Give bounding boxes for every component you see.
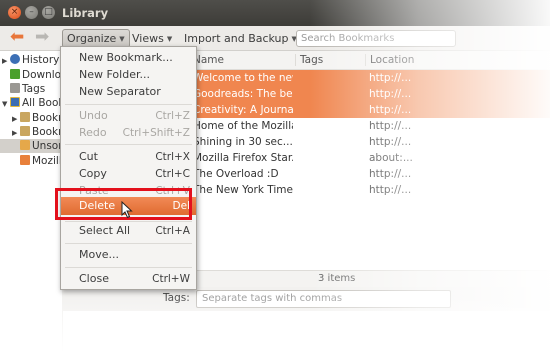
bookmark-location-cell: http://...	[369, 184, 412, 196]
mouse-pointer-icon	[121, 201, 133, 219]
expand-triangle-icon[interactable]: ▶	[2, 54, 10, 68]
window-title: Library	[62, 6, 109, 20]
menu-separator	[65, 267, 192, 268]
menu-item-redo[interactable]: Redo Ctrl+Shift+Z	[61, 124, 196, 142]
forward-arrow-icon[interactable]: ➡	[35, 29, 49, 46]
bookmark-location-cell: about:...	[369, 152, 413, 164]
search-input[interactable]: Search Bookmarks	[296, 30, 456, 47]
menu-item-copy[interactable]: Copy Ctrl+C	[61, 165, 196, 183]
bookmark-name-cell: The Overload :D	[193, 168, 279, 180]
bookmark-name-cell: Goodreads: The best...	[193, 88, 293, 100]
folder-icon	[20, 112, 30, 122]
tag-icon	[10, 83, 20, 93]
menu-separator	[65, 243, 192, 244]
menu-item-new-folder[interactable]: New Folder...	[61, 66, 196, 84]
expand-triangle-icon[interactable]: ▶	[12, 126, 20, 140]
close-window-button[interactable]: ×	[8, 6, 21, 19]
bookmark-location-cell: http://...	[369, 136, 412, 148]
sidebar-item-unsorted-bookmarks[interactable]: Unsorted Bookmarks	[0, 139, 142, 153]
item-count: 3 items	[318, 273, 356, 284]
bookmarks-star-icon	[10, 97, 20, 107]
menu-item-cut[interactable]: Cut Ctrl+X	[61, 148, 196, 166]
bookmark-name-cell: Mozilla Firefox Star...	[193, 152, 293, 164]
title-bar: × – □ Library	[0, 0, 550, 26]
expand-triangle-icon[interactable]: ▶	[12, 112, 20, 126]
sidebar: ▶History Downloads Tags ▼All Bookmarks ▶…	[0, 51, 142, 363]
sidebar-item-tags[interactable]: Tags	[2, 82, 45, 96]
chevron-down-icon: ▼	[119, 35, 125, 43]
library-window: × – □ Library ⬅ ➡ Organize ▼ Views ▼ Impor…	[0, 0, 550, 363]
menu-item-new-separator[interactable]: New Separator	[61, 83, 196, 101]
collapse-triangle-icon[interactable]: ▼	[2, 97, 10, 111]
import-backup-menu-button[interactable]: Import and Backup ▼	[180, 30, 301, 47]
views-label: Views	[132, 32, 164, 45]
bookmark-location-cell: http://...	[369, 104, 412, 116]
bookmark-name-cell: Home of the Mozilla...	[193, 120, 293, 132]
bookmark-name-cell: Shining in 30 sec...	[193, 136, 293, 148]
bookmark-name-cell: Welcome to the new...	[193, 72, 293, 84]
column-header-location[interactable]: Location	[365, 54, 414, 66]
back-arrow-icon[interactable]: ⬅	[10, 29, 24, 46]
details-pane: Tags: Separate tags with commas	[63, 287, 550, 311]
bookmark-location-cell: http://...	[369, 120, 412, 132]
chevron-down-icon: ▼	[166, 35, 173, 43]
menu-item-select-all[interactable]: Select All Ctrl+A	[61, 222, 196, 240]
organize-dropdown-menu: New Bookmark... New Folder... New Separa…	[60, 46, 197, 290]
menu-item-new-bookmark[interactable]: New Bookmark...	[61, 49, 196, 67]
folder-icon	[20, 126, 30, 136]
minimize-window-button[interactable]: –	[25, 6, 38, 19]
menu-item-undo[interactable]: Undo Ctrl+Z	[61, 107, 196, 125]
tags-label: Tags:	[163, 292, 190, 304]
menu-item-close[interactable]: Close Ctrl+W	[61, 270, 196, 288]
folder-icon	[20, 140, 30, 150]
sidebar-item-label: Tags	[22, 83, 46, 95]
bookmark-location-cell: http://...	[369, 168, 412, 180]
menu-separator	[65, 104, 192, 105]
tags-input[interactable]: Separate tags with commas	[196, 290, 451, 308]
menu-item-move[interactable]: Move...	[61, 246, 196, 264]
bookmark-name-cell: The New York Times...	[193, 184, 293, 196]
views-menu-button[interactable]: Views ▼	[128, 30, 176, 47]
maximize-window-button[interactable]: □	[42, 6, 55, 19]
column-header-tags[interactable]: Tags	[295, 54, 323, 66]
column-header-name[interactable]: Name	[193, 54, 224, 66]
sidebar-item-history[interactable]: ▶ History	[2, 53, 59, 67]
sidebar-item-label: History	[22, 54, 60, 66]
import-backup-label: Import and Backup	[184, 32, 289, 45]
organize-label: Organize	[67, 32, 117, 45]
bookmark-location-cell: http://...	[369, 72, 412, 84]
bookmark-location-cell: http://...	[369, 88, 412, 100]
menu-separator	[65, 144, 192, 145]
bookmark-name-cell: Creativity: A Journal of...	[193, 104, 293, 116]
clock-icon	[10, 54, 20, 64]
download-arrow-icon	[10, 69, 20, 79]
folder-icon	[20, 155, 30, 165]
